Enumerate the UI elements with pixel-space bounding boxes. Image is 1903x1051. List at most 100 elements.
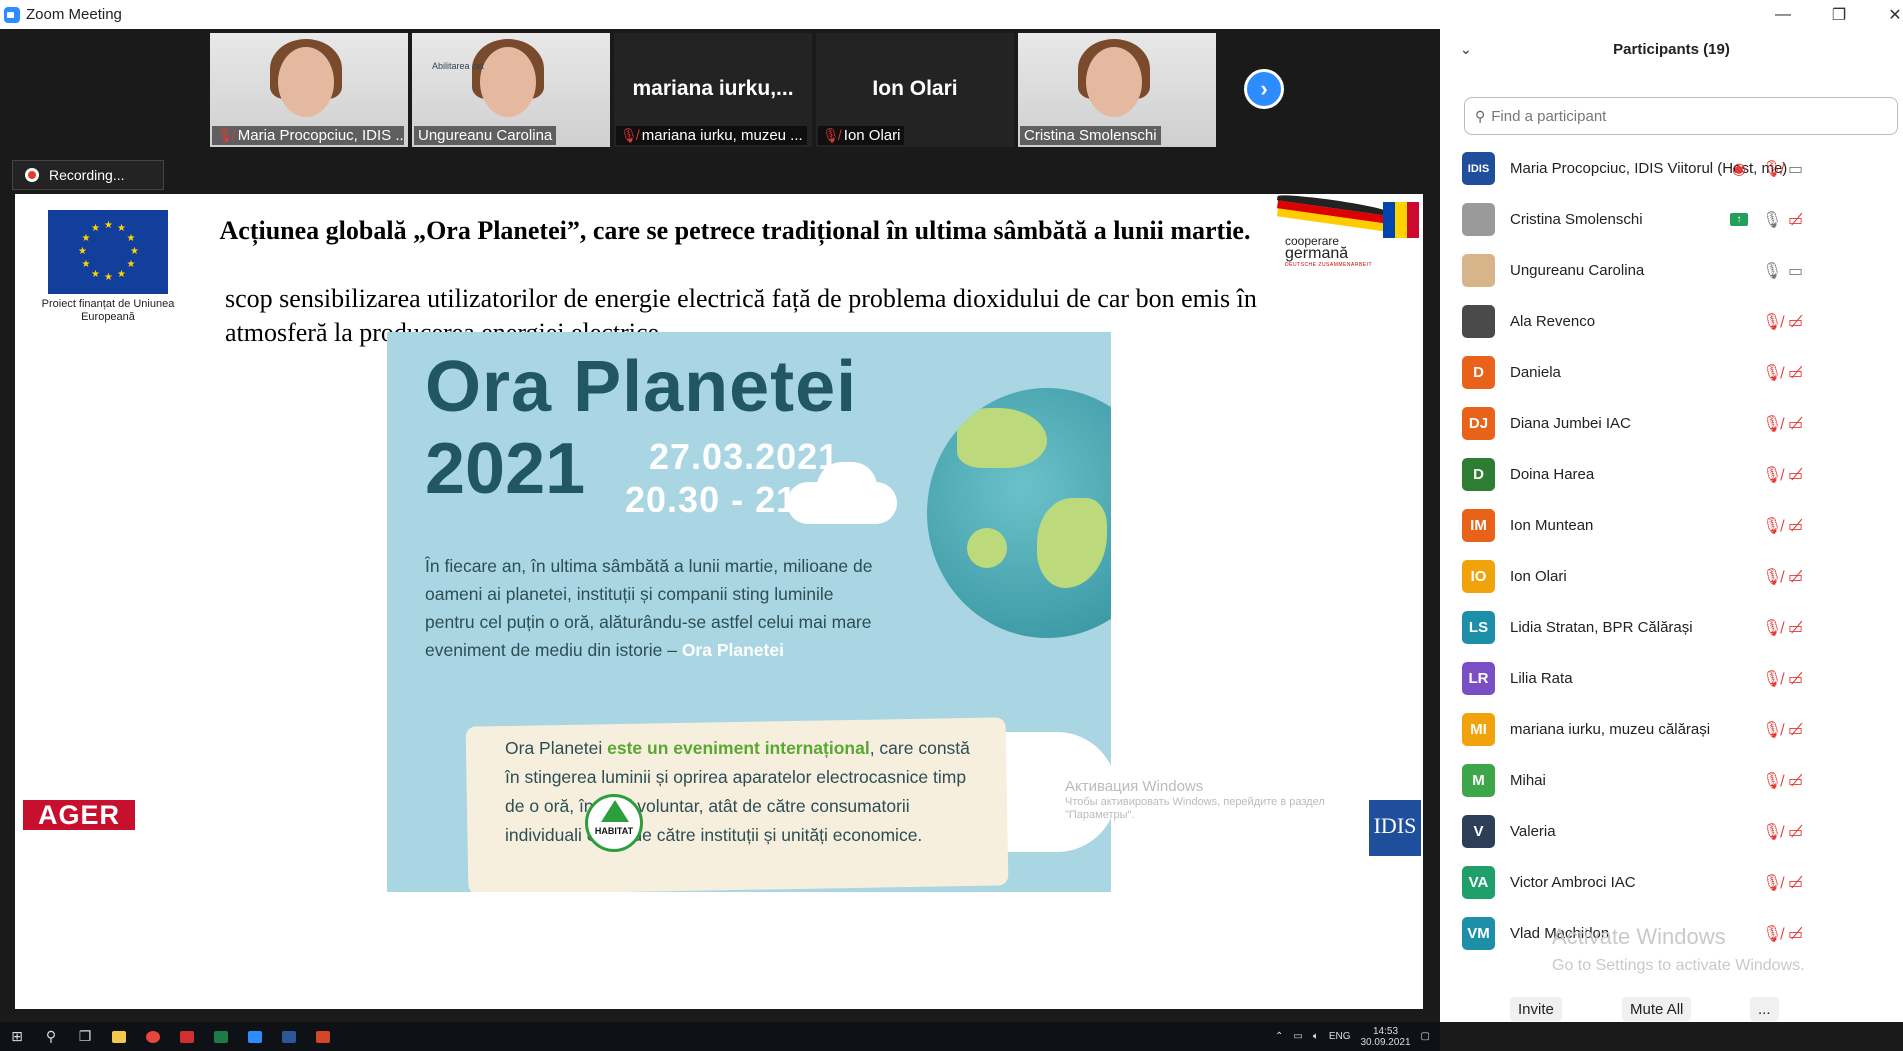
mic-muted-icon[interactable]: 🎙︎̸ bbox=[1762, 312, 1782, 332]
more-options-button[interactable]: ... bbox=[1750, 997, 1779, 1021]
video-tile[interactable]: mariana iurku,... 🎙︎̸ mariana iurku, muzeu… bbox=[614, 33, 812, 147]
search-input[interactable] bbox=[1491, 107, 1882, 125]
mic-muted-icon[interactable]: 🎙︎̸ bbox=[1762, 159, 1782, 179]
participant-row[interactable]: Cristina Smolenschi ↑ 🎙︎ ▭̸ bbox=[1440, 194, 1903, 245]
search-icon: ⚲ bbox=[1475, 107, 1486, 124]
participant-row[interactable]: LR Lilia Rata 🎙︎̸ ▭̸ bbox=[1440, 653, 1903, 704]
restore-button[interactable]: ❐ bbox=[1811, 0, 1867, 29]
earth-hour-poster: Ora Planetei 2021 27.03.2021 20.30 - 21.… bbox=[387, 332, 1111, 892]
video-off-icon[interactable]: ▭̸ bbox=[1788, 873, 1803, 893]
mic-muted-icon[interactable]: 🎙︎̸ bbox=[1762, 465, 1782, 485]
participant-row[interactable]: IO Ion Olari 🎙︎̸ ▭̸ bbox=[1440, 551, 1903, 602]
excel-icon[interactable] bbox=[204, 1022, 238, 1051]
minimize-button[interactable]: — bbox=[1755, 0, 1811, 29]
video-off-icon[interactable]: ▭̸ bbox=[1788, 465, 1803, 485]
participant-row[interactable]: LS Lidia Stratan, BPR Călărași 🎙︎̸ ▭̸ bbox=[1440, 602, 1903, 653]
video-off-icon[interactable]: ▭̸ bbox=[1788, 669, 1803, 689]
avatar-initials: M bbox=[1472, 772, 1485, 789]
mic-muted-icon[interactable]: 🎙︎̸ bbox=[1762, 720, 1782, 740]
mic-muted-icon[interactable]: 🎙︎̸ bbox=[1762, 363, 1782, 383]
tile-name: Maria Procopciuc, IDIS ... bbox=[237, 127, 404, 144]
mic-muted-icon[interactable]: 🎙︎̸ bbox=[1762, 414, 1782, 434]
task-view-icon[interactable]: ❐ bbox=[68, 1022, 102, 1051]
video-off-icon[interactable]: ▭̸ bbox=[1788, 363, 1803, 383]
language-indicator[interactable]: ENG bbox=[1329, 1031, 1351, 1042]
avatar bbox=[1462, 203, 1495, 236]
mic-muted-icon[interactable]: 🎙︎̸ bbox=[1762, 771, 1782, 791]
video-tile[interactable]: 🎙︎̸ Maria Procopciuc, IDIS ... bbox=[210, 33, 408, 147]
mic-muted-icon: 🎙︎̸ bbox=[822, 127, 840, 143]
notifications-icon[interactable]: ▢ bbox=[1421, 1031, 1430, 1042]
avatar-initials: DJ bbox=[1468, 415, 1489, 432]
participant-row[interactable]: MI mariana iurku, muzeu călărași 🎙︎̸ ▭̸ bbox=[1440, 704, 1903, 755]
chevron-down-icon[interactable]: ⌄ bbox=[1460, 41, 1472, 58]
next-page-button[interactable]: › bbox=[1244, 69, 1284, 109]
activate-windows-title: Activate Windows bbox=[1552, 924, 1726, 949]
participant-name: Ala Revenco bbox=[1510, 313, 1596, 330]
mic-muted-icon[interactable]: 🎙︎̸ bbox=[1762, 822, 1782, 842]
file-explorer-icon[interactable] bbox=[102, 1022, 136, 1051]
video-off-icon[interactable]: ▭̸ bbox=[1788, 720, 1803, 740]
video-off-icon[interactable]: ▭̸ bbox=[1788, 312, 1803, 332]
avatar: V bbox=[1462, 815, 1495, 848]
participant-search[interactable]: ⚲ bbox=[1464, 97, 1898, 135]
video-off-icon[interactable]: ▭̸ bbox=[1788, 210, 1803, 230]
avatar-initials: LS bbox=[1468, 619, 1489, 636]
zoom-taskbar-icon[interactable] bbox=[238, 1022, 272, 1051]
video-tile[interactable]: Abilitarea cet Ungureanu Carolina bbox=[412, 33, 610, 147]
mic-muted-icon[interactable]: 🎙︎̸ bbox=[1762, 924, 1782, 944]
participant-row[interactable]: M Mihai 🎙︎̸ ▭̸ bbox=[1440, 755, 1903, 806]
participant-row[interactable]: D Doina Harea 🎙︎̸ ▭̸ bbox=[1440, 449, 1903, 500]
volume-icon[interactable]: 🔈︎ bbox=[1313, 1031, 1319, 1042]
mic-icon[interactable]: 🎙︎ bbox=[1762, 210, 1782, 230]
eu-star-icon: ★ bbox=[104, 220, 113, 231]
earth-icon bbox=[927, 388, 1111, 638]
video-off-icon[interactable]: ▭̸ bbox=[1788, 618, 1803, 638]
tile-name: Ion Olari bbox=[843, 127, 901, 144]
powerpoint-icon[interactable] bbox=[306, 1022, 340, 1051]
video-off-icon[interactable]: ▭̸ bbox=[1788, 516, 1803, 536]
pdf-reader-icon[interactable] bbox=[170, 1022, 204, 1051]
tray-chevron-icon[interactable]: ⌃ bbox=[1275, 1031, 1283, 1042]
participant-row[interactable]: IM Ion Muntean 🎙︎̸ ▭̸ bbox=[1440, 500, 1903, 551]
participant-row[interactable]: IDIS Maria Procopciuc, IDIS Viitorul (Hos… bbox=[1440, 143, 1903, 194]
participant-row[interactable]: D Daniela 🎙︎̸ ▭̸ bbox=[1440, 347, 1903, 398]
activate-windows-text: Go to Settings to activate Windows. bbox=[1552, 957, 1805, 974]
participant-row[interactable]: Ungureanu Carolina 🎙︎ ▭ bbox=[1440, 245, 1903, 296]
participant-row[interactable]: DJ Diana Jumbei IAC 🎙︎̸ ▭̸ bbox=[1440, 398, 1903, 449]
search-icon[interactable]: ⚲ bbox=[34, 1022, 68, 1051]
invite-button[interactable]: Invite bbox=[1510, 997, 1562, 1021]
recording-indicator[interactable]: Recording... bbox=[12, 160, 164, 190]
participant-name: Mihai bbox=[1510, 772, 1546, 789]
mic-muted-icon[interactable]: 🎙︎̸ bbox=[1762, 873, 1782, 893]
word-icon[interactable] bbox=[272, 1022, 306, 1051]
video-off-icon[interactable]: ▭̸ bbox=[1788, 414, 1803, 434]
mic-muted-icon[interactable]: 🎙︎̸ bbox=[1762, 567, 1782, 587]
moldova-flag-icon bbox=[1383, 202, 1419, 238]
mute-all-button[interactable]: Mute All bbox=[1622, 997, 1692, 1021]
close-button[interactable]: ✕ bbox=[1867, 0, 1903, 29]
video-off-icon[interactable]: ▭̸ bbox=[1788, 567, 1803, 587]
network-icon[interactable]: ▭ bbox=[1293, 1031, 1302, 1042]
video-tile[interactable]: Ion Olari 🎙︎̸ Ion Olari bbox=[816, 33, 1014, 147]
mic-muted-icon[interactable]: 🎙︎̸ bbox=[1762, 669, 1782, 689]
chrome-icon[interactable] bbox=[136, 1022, 170, 1051]
video-off-icon[interactable]: ▭̸ bbox=[1788, 924, 1803, 944]
participant-row[interactable]: Ala Revenco 🎙︎̸ ▭̸ bbox=[1440, 296, 1903, 347]
video-off-icon[interactable]: ▭̸ bbox=[1788, 822, 1803, 842]
video-tile[interactable]: Cristina Smolenschi bbox=[1018, 33, 1216, 147]
participant-name: mariana iurku, muzeu călărași bbox=[1510, 721, 1711, 738]
clock[interactable]: 14:53 30.09.2021 bbox=[1360, 1026, 1410, 1048]
mic-muted-icon[interactable]: 🎙︎̸ bbox=[1762, 618, 1782, 638]
participant-row[interactable]: VA Victor Ambroci IAC 🎙︎̸ ▭̸ bbox=[1440, 857, 1903, 908]
mic-muted-icon[interactable]: 🎙︎̸ bbox=[1762, 516, 1782, 536]
video-off-icon[interactable]: ▭̸ bbox=[1788, 771, 1803, 791]
mic-icon[interactable]: 🎙︎ bbox=[1762, 261, 1782, 281]
video-icon[interactable]: ▭ bbox=[1788, 261, 1803, 281]
video-icon[interactable]: ▭ bbox=[1788, 159, 1803, 179]
windows-start-icon[interactable]: ⊞ bbox=[0, 1022, 34, 1051]
poster-time: 20.30 - 21.30 bbox=[625, 479, 851, 520]
tile-label: 🎙︎̸ Ion Olari bbox=[818, 126, 905, 145]
participant-row[interactable]: V Valeria 🎙︎̸ ▭̸ bbox=[1440, 806, 1903, 857]
poster-date: 27.03.2021 bbox=[649, 436, 840, 477]
